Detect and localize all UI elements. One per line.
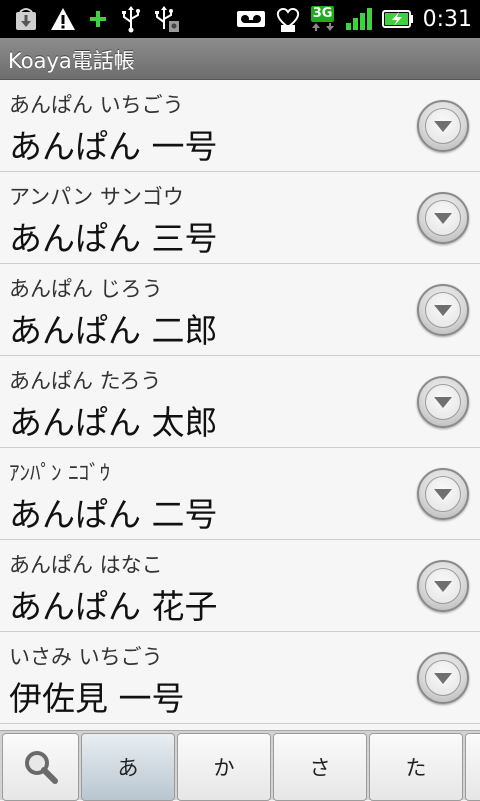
expand-button[interactable] bbox=[417, 100, 469, 152]
contact-reading: あんぱん いちごう bbox=[9, 93, 184, 117]
chevron-down-icon bbox=[434, 581, 452, 592]
expand-button[interactable] bbox=[417, 376, 469, 428]
voicemail-icon bbox=[236, 10, 266, 28]
chevron-down-icon bbox=[434, 397, 452, 408]
app-title: Koaya電話帳 bbox=[8, 49, 135, 73]
index-key-ta[interactable]: た bbox=[369, 733, 463, 801]
contact-name: あんぱん 三号 bbox=[9, 219, 218, 258]
expand-button[interactable] bbox=[417, 560, 469, 612]
contact-row[interactable]: アンパン サンゴウ あんぱん 三号 bbox=[0, 172, 480, 264]
expand-button[interactable] bbox=[417, 468, 469, 520]
battery-charging-icon bbox=[381, 9, 414, 29]
contact-name: あんぱん 二号 bbox=[9, 495, 218, 534]
chevron-down-icon bbox=[434, 305, 452, 316]
plus-icon bbox=[88, 9, 108, 29]
contact-row[interactable]: あんぱん たろう あんぱん 太郎 bbox=[0, 356, 480, 448]
index-bar: あ か さ た bbox=[0, 730, 480, 801]
status-time: 0:31 bbox=[422, 6, 472, 32]
contact-row[interactable]: あんぱん はなこ あんぱん 花子 bbox=[0, 540, 480, 632]
chevron-down-icon bbox=[434, 121, 452, 132]
heart-notification-icon bbox=[275, 5, 301, 33]
contact-name: あんぱん 太郎 bbox=[9, 403, 218, 442]
warning-icon bbox=[50, 7, 76, 31]
contact-reading: いさみ いちごう bbox=[9, 645, 163, 669]
chevron-down-icon bbox=[434, 489, 452, 500]
network-3g-icon: 3G bbox=[310, 6, 336, 32]
chevron-down-icon bbox=[434, 213, 452, 224]
expand-button[interactable] bbox=[417, 192, 469, 244]
contact-row[interactable]: いさみ いちごう 伊佐見 一号 bbox=[0, 632, 480, 724]
contact-name: 伊佐見 一号 bbox=[9, 679, 185, 718]
contact-reading: あんぱん たろう bbox=[9, 369, 162, 393]
contact-reading: アンパン サンゴウ bbox=[9, 185, 184, 209]
title-bar: Koaya電話帳 bbox=[0, 38, 480, 80]
expand-button[interactable] bbox=[417, 652, 469, 704]
download-notification-icon bbox=[14, 6, 38, 32]
contact-name: あんぱん 花子 bbox=[9, 587, 218, 626]
index-key-next[interactable] bbox=[465, 733, 480, 801]
status-bar: 3G 0:31 bbox=[0, 0, 480, 38]
index-key-a[interactable]: あ bbox=[81, 733, 175, 801]
contact-name: あんぱん 一号 bbox=[9, 127, 218, 166]
contact-name: あんぱん 二郎 bbox=[9, 311, 218, 350]
contact-row[interactable]: あんぱん じろう あんぱん 二郎 bbox=[0, 264, 480, 356]
contact-reading: ｱﾝﾊﾟﾝ ﾆｺﾞｳ bbox=[9, 461, 111, 485]
search-button[interactable] bbox=[2, 733, 79, 801]
search-icon bbox=[24, 751, 58, 784]
contact-row[interactable]: ｱﾝﾊﾟﾝ ﾆｺﾞｳ あんぱん 二号 bbox=[0, 448, 480, 540]
chevron-down-icon bbox=[434, 673, 452, 684]
contact-list[interactable]: あんぱん いちごう あんぱん 一号 アンパン サンゴウ あんぱん 三号 あんぱん… bbox=[0, 80, 480, 730]
contact-reading: あんぱん はなこ bbox=[9, 553, 163, 577]
contact-reading: あんぱん じろう bbox=[9, 277, 163, 301]
contact-row[interactable]: あんぱん いちごう あんぱん 一号 bbox=[0, 80, 480, 172]
usb-debug-icon bbox=[154, 5, 180, 33]
network-type-label: 3G bbox=[310, 6, 335, 22]
signal-icon bbox=[345, 7, 373, 31]
index-key-sa[interactable]: さ bbox=[273, 733, 367, 801]
usb-icon bbox=[120, 5, 142, 33]
expand-button[interactable] bbox=[417, 284, 469, 336]
index-key-ka[interactable]: か bbox=[177, 733, 271, 801]
